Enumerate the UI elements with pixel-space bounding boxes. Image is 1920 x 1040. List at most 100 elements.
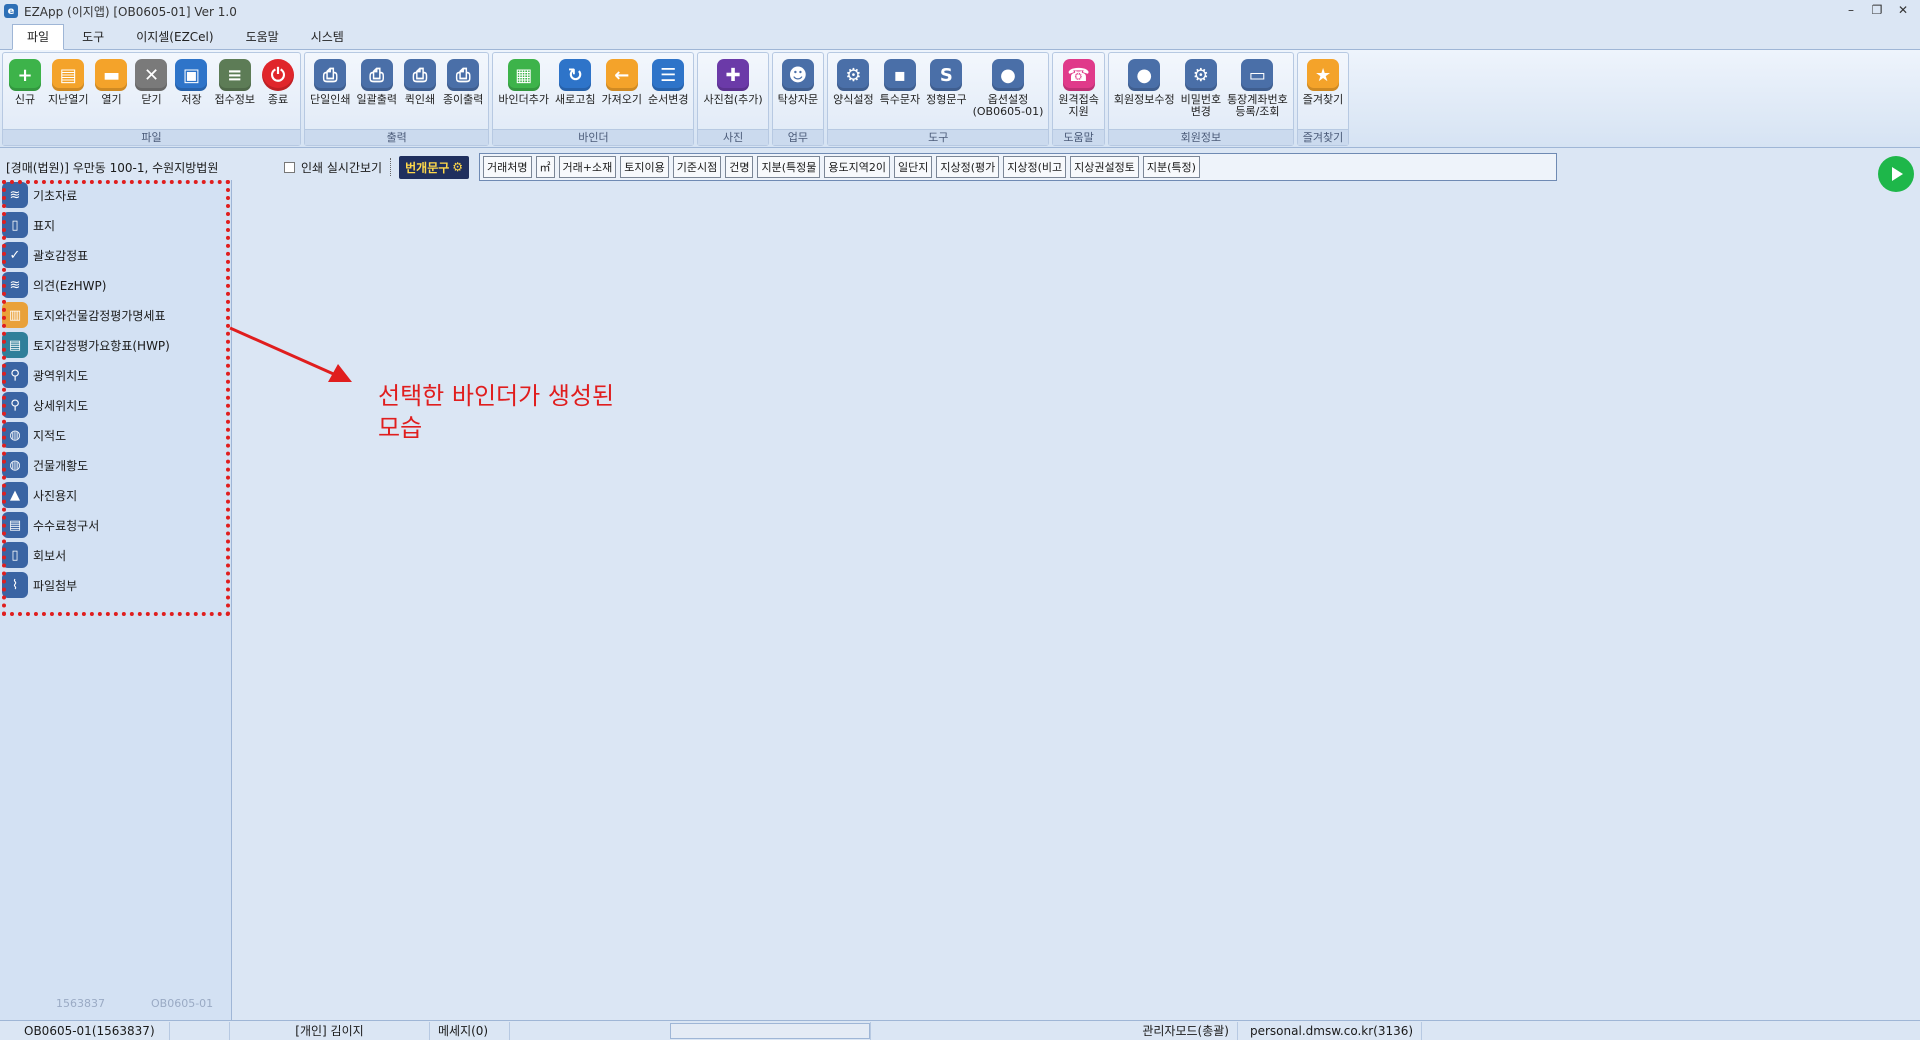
ribbon-button[interactable]: ✕ 닫기 bbox=[131, 55, 171, 129]
tab-file[interactable]: 파일 bbox=[12, 24, 65, 50]
phrase-chip[interactable]: 지분(특정물 bbox=[757, 156, 821, 178]
recent-folder-icon: ▤ bbox=[52, 59, 85, 91]
ribbon-button[interactable]: ▪ 특수문자 bbox=[877, 55, 923, 129]
phrase-chip[interactable]: 지분(특정) bbox=[1142, 156, 1200, 178]
sidebar-item[interactable]: ▯ 회보서 bbox=[0, 540, 231, 570]
ribbon-group-buttons: ⚙ 양식설정 ▪ 특수문자 S 정형문구 ● 옵션설정 (OB0605-01) bbox=[828, 53, 1048, 129]
sidebar-item[interactable]: ⚲ 상세위치도 bbox=[0, 390, 231, 420]
print-single-icon: ⎙ bbox=[314, 59, 347, 91]
ribbon-button[interactable]: ☻ 탁상자문 bbox=[775, 55, 821, 129]
ribbon-button-label: 종이출력 bbox=[442, 93, 484, 106]
sidebar-item[interactable]: ≋ 기초자료 bbox=[0, 180, 231, 210]
minimize-button[interactable]: – bbox=[1838, 0, 1864, 20]
building-map-icon: ◍ bbox=[2, 452, 28, 478]
ribbon-group-buttons: ⎙ 단일인쇄 ⎙ 일괄출력 ⎙ 퀵인쇄 ⎙ 종이출력 bbox=[305, 53, 488, 129]
sidebar-item-label: 건물개황도 bbox=[33, 458, 89, 473]
tab-tools[interactable]: 도구 bbox=[68, 25, 118, 49]
ribbon-button[interactable]: ⎙ 퀵인쇄 bbox=[400, 55, 440, 129]
phrase-chip[interactable]: 거래+소재 bbox=[558, 156, 617, 178]
phrase-chip[interactable]: 용도지역2이 bbox=[824, 156, 890, 178]
ribbon-button-label: 지난열기 bbox=[48, 93, 89, 106]
ribbon-button[interactable]: ⚙ 비밀번호 변경 bbox=[1178, 55, 1224, 129]
ribbon-button[interactable]: ▦ 바인더추가 bbox=[495, 55, 552, 129]
sidebar-item[interactable]: ▯ 표지 bbox=[0, 210, 231, 240]
ribbon-button[interactable]: ↻ 새로고침 bbox=[552, 55, 598, 129]
sidebar-item[interactable]: ✓ 괄호감정표 bbox=[0, 240, 231, 270]
ribbon-button[interactable]: ▭ 통장계좌번호 등록/조회 bbox=[1224, 55, 1291, 129]
ribbon-group-buttons: ▦ 바인더추가 ↻ 새로고침 ← 가져오기 ☰ 순서변경 bbox=[493, 53, 693, 129]
ribbon-group-label: 출력 bbox=[304, 129, 489, 145]
sidebar-item[interactable]: ◍ 건물개황도 bbox=[0, 450, 231, 480]
restore-button[interactable]: ❐ bbox=[1864, 0, 1890, 20]
ribbon-group-buttons: + 신규 ▤ 지난열기 ▬ 열기 ✕ 닫기 ▣ 저장 ≡ 접수정보 ⏻ 종료 bbox=[3, 53, 300, 129]
ribbon-button[interactable]: ⎙ 단일인쇄 bbox=[307, 55, 353, 129]
phrase-chip[interactable]: 거래처명 bbox=[483, 156, 532, 178]
sidebar-item[interactable]: ▤ 수수료청구서 bbox=[0, 510, 231, 540]
sidebar-item-label: 파일첨부 bbox=[33, 578, 78, 593]
sidebar-item[interactable]: ◍ 지적도 bbox=[0, 420, 231, 450]
ribbon-button[interactable]: ← 가져오기 bbox=[599, 55, 645, 129]
sidebar-footer-number: 1563837 bbox=[56, 997, 105, 1010]
refresh-icon: ↻ bbox=[559, 59, 592, 91]
ribbon-button[interactable]: S 정형문구 bbox=[923, 55, 969, 129]
phrase-chip[interactable]: 지상정(평가 bbox=[936, 156, 1000, 178]
ribbon-button[interactable]: ⏻ 종료 bbox=[258, 55, 298, 129]
ribbon-button-label: 정형문구 bbox=[926, 93, 967, 106]
binder-sidebar: ≋ 기초자료 ▯ 표지 ✓ 괄호감정표 ≋ 의견(EzHWP) ▥ 토지와건물감정평가명세표 ▤ 토지… bbox=[0, 180, 232, 1020]
ribbon-button-label: 사진첩(추가) bbox=[703, 93, 763, 106]
close-window-button[interactable]: ✕ bbox=[1890, 0, 1916, 20]
ribbon-button[interactable]: ▣ 저장 bbox=[171, 55, 211, 129]
print-quick-icon: ⎙ bbox=[403, 59, 436, 91]
phrase-chip[interactable]: 일단지 bbox=[893, 156, 933, 178]
title-bar: e EZApp (이지앱) [OB0605-01] Ver 1.0 – ❐ ✕ bbox=[0, 0, 1920, 22]
sidebar-item[interactable]: ⚲ 광역위치도 bbox=[0, 360, 231, 390]
tab-ezcel[interactable]: 이지셀(EZCel) bbox=[122, 25, 227, 49]
ribbon-group-1: ⎙ 단일인쇄 ⎙ 일괄출력 ⎙ 퀵인쇄 ⎙ 종이출력 출력 bbox=[303, 52, 490, 146]
ribbon-button[interactable]: ☎ 원격접속 지원 bbox=[1055, 55, 1101, 129]
ribbon-button[interactable]: ⚙ 양식설정 bbox=[830, 55, 876, 129]
status-messages[interactable]: 메세지(0) bbox=[430, 1021, 510, 1040]
tab-system[interactable]: 시스템 bbox=[297, 25, 358, 49]
ribbon-button[interactable]: ≡ 접수정보 bbox=[211, 55, 257, 129]
member-edit-icon: ● bbox=[1128, 59, 1161, 91]
ribbon-button[interactable]: + 신규 bbox=[5, 55, 45, 129]
sidebar-item[interactable]: ▲ 사진용지 bbox=[0, 480, 231, 510]
ribbon-group-7: ● 회원정보수정 ⚙ 비밀번호 변경 ▭ 통장계좌번호 등록/조회 회원정보 bbox=[1107, 52, 1294, 146]
app-logo-icon: e bbox=[4, 4, 18, 18]
ribbon-button[interactable]: ☰ 순서변경 bbox=[645, 55, 691, 129]
ribbon-button[interactable]: ▤ 지난열기 bbox=[45, 55, 91, 129]
sidebar-item[interactable]: ▥ 토지와건물감정평가명세표 bbox=[0, 300, 231, 330]
ribbon-button-label: 탁상자문 bbox=[777, 93, 819, 106]
annotation-text: 선택한 바인더가 생성된 모습 bbox=[378, 380, 614, 444]
power-icon: ⏻ bbox=[261, 59, 294, 91]
ribbon-button-label: 닫기 bbox=[141, 93, 162, 106]
phrase-chip[interactable]: ㎡ bbox=[535, 156, 555, 178]
sidebar-item[interactable]: ≋ 의견(EzHWP) bbox=[0, 270, 231, 300]
ribbon-button[interactable]: ● 회원정보수정 bbox=[1111, 55, 1178, 129]
consult-icon: ☻ bbox=[781, 59, 814, 91]
sidebar-item[interactable]: ▤ 토지감정평가요항표(HWP) bbox=[0, 330, 231, 360]
ribbon-group-5: ⚙ 양식설정 ▪ 특수문자 S 정형문구 ● 옵션설정 (OB0605-01) 도구 bbox=[827, 52, 1050, 146]
print-preview-checkbox[interactable] bbox=[284, 161, 295, 173]
ribbon-group-buttons: ● 회원정보수정 ⚙ 비밀번호 변경 ▭ 통장계좌번호 등록/조회 bbox=[1109, 53, 1293, 129]
ribbon-group-0: + 신규 ▤ 지난열기 ▬ 열기 ✕ 닫기 ▣ 저장 ≡ 접수정보 ⏻ 종료 파일 bbox=[2, 52, 301, 146]
phrase-chip[interactable]: 기준시점 bbox=[672, 156, 722, 178]
ribbon-button[interactable]: ● 옵션설정 (OB0605-01) bbox=[970, 55, 1047, 129]
ribbon-button[interactable]: ★ 즐겨찾기 bbox=[1300, 55, 1346, 129]
phrase-chip[interactable]: 토지이용 bbox=[620, 156, 669, 178]
ribbon-button[interactable]: ✚ 사진첩(추가) bbox=[700, 55, 765, 129]
sidebar-item[interactable]: ⌇ 파일첨부 bbox=[0, 570, 231, 600]
ribbon-group-label: 즐겨찾기 bbox=[1297, 129, 1349, 145]
phrase-chip[interactable]: 지상정(비고 bbox=[1003, 156, 1067, 178]
ribbon-button[interactable]: ▬ 열기 bbox=[91, 55, 131, 129]
ribbon-button[interactable]: ⎙ 일괄출력 bbox=[353, 55, 399, 129]
phrase-chip[interactable]: 건명 bbox=[725, 156, 754, 178]
star-icon: ★ bbox=[1307, 59, 1340, 91]
phrase-chip[interactable]: 지상권설정토 bbox=[1070, 156, 1139, 178]
quick-phrase-button[interactable]: 번개문구 ⚙ bbox=[399, 155, 470, 179]
cadastral-map-icon: ◍ bbox=[2, 422, 28, 448]
play-icon[interactable] bbox=[1878, 156, 1914, 192]
ribbon-group-6: ☎ 원격접속 지원 도움말 bbox=[1052, 52, 1105, 146]
ribbon-button[interactable]: ⎙ 종이출력 bbox=[440, 55, 486, 129]
tab-help[interactable]: 도움말 bbox=[232, 25, 293, 49]
